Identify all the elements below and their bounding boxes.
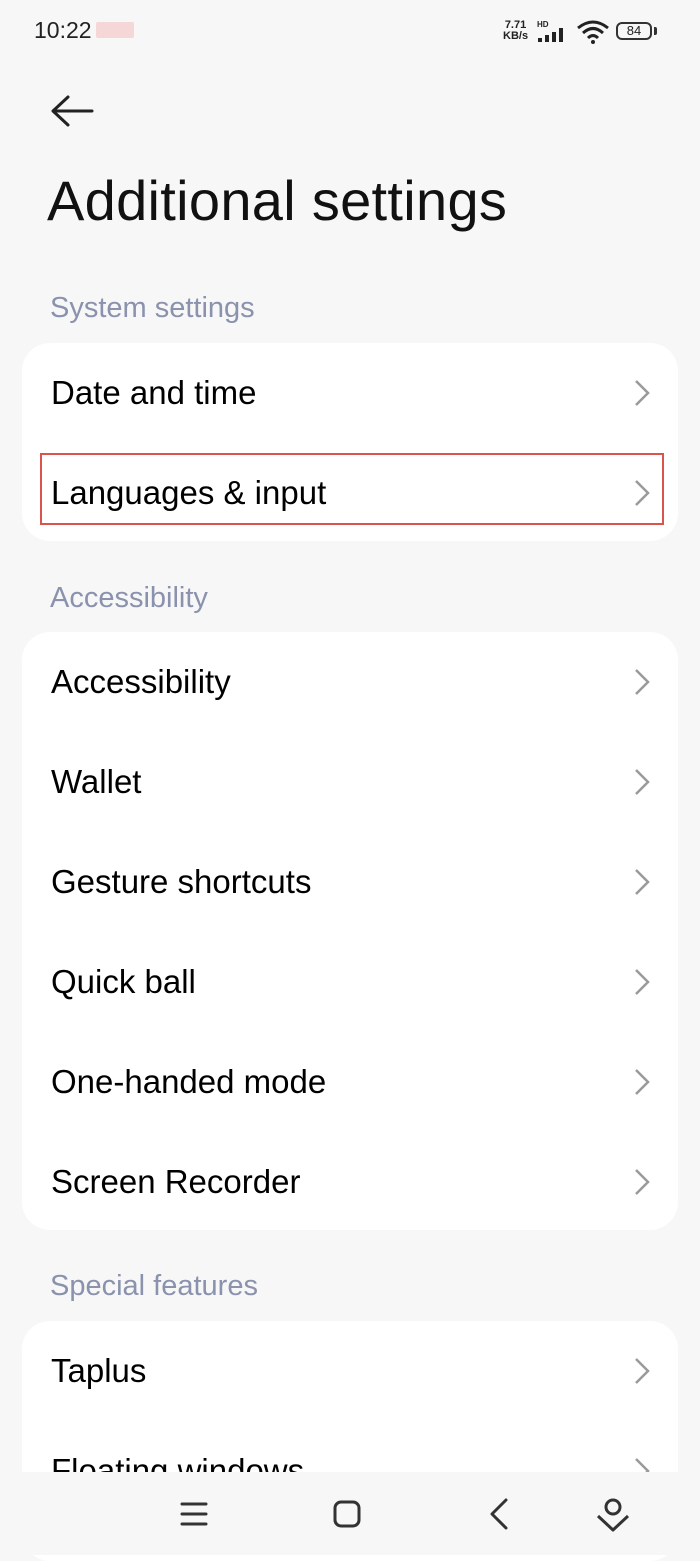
back-arrow-icon[interactable] [48, 92, 96, 130]
list-item-label: One-handed mode [51, 1063, 327, 1100]
chevron-right-icon [635, 869, 650, 895]
chevron-right-icon [635, 769, 650, 795]
status-bar: 10:22 7.71 KB/s HD 84 [0, 0, 700, 64]
signal-icon [538, 28, 563, 42]
section-header-accessibility: Accessibility [50, 582, 208, 614]
list-item-screen-recorder[interactable]: Screen Recorder [22, 1132, 678, 1230]
wifi-icon [577, 20, 609, 44]
chevron-right-icon [635, 380, 650, 406]
list-item-label: Languages & input [51, 474, 327, 511]
menu-icon[interactable] [174, 1494, 214, 1534]
network-speed: 7.71 KB/s [503, 20, 528, 42]
list-item-label: Gesture shortcuts [51, 863, 312, 900]
back-icon[interactable] [480, 1494, 520, 1534]
list-item-accessibility[interactable]: Accessibility [22, 632, 678, 732]
list-item-label: Accessibility [51, 663, 231, 700]
chevron-right-icon [635, 669, 650, 695]
list-item-wallet[interactable]: Wallet [22, 732, 678, 832]
network-speed-unit: KB/s [503, 30, 529, 42]
list-item-date-and-time[interactable]: Date and time [22, 343, 678, 443]
card-accessibility: Accessibility Wallet Gesture shortcuts Q… [22, 632, 678, 1230]
list-item-languages-input[interactable]: Languages & input [22, 443, 678, 541]
list-item-label: Taplus [51, 1352, 147, 1389]
battery-tip [654, 27, 657, 35]
home-icon[interactable] [327, 1494, 367, 1534]
page-title: Additional settings [47, 169, 508, 232]
list-item-one-handed-mode[interactable]: One-handed mode [22, 1032, 678, 1132]
assistant-icon[interactable] [593, 1494, 633, 1534]
section-header-system-settings: System settings [50, 292, 255, 324]
list-item-label: Date and time [51, 374, 257, 411]
notification-icon [96, 22, 134, 38]
section-header-special-features: Special features [50, 1270, 258, 1302]
chevron-right-icon [635, 1358, 650, 1384]
list-item-label: Quick ball [51, 963, 196, 1000]
chevron-right-icon [635, 1069, 650, 1095]
list-item-gesture-shortcuts[interactable]: Gesture shortcuts [22, 832, 678, 932]
card-system-settings: Date and time Languages & input [22, 343, 678, 541]
chevron-right-icon [635, 1169, 650, 1195]
status-time: 10:22 [34, 17, 92, 43]
navigation-bar [0, 1472, 700, 1555]
chevron-right-icon [635, 969, 650, 995]
battery-level: 84 [626, 23, 642, 38]
chevron-right-icon [635, 480, 650, 506]
list-item-label: Wallet [51, 763, 142, 800]
list-item-label: Screen Recorder [51, 1163, 301, 1200]
list-item-quick-ball[interactable]: Quick ball [22, 932, 678, 1032]
list-item-taplus[interactable]: Taplus [22, 1321, 678, 1421]
battery-icon: 84 [616, 22, 652, 40]
